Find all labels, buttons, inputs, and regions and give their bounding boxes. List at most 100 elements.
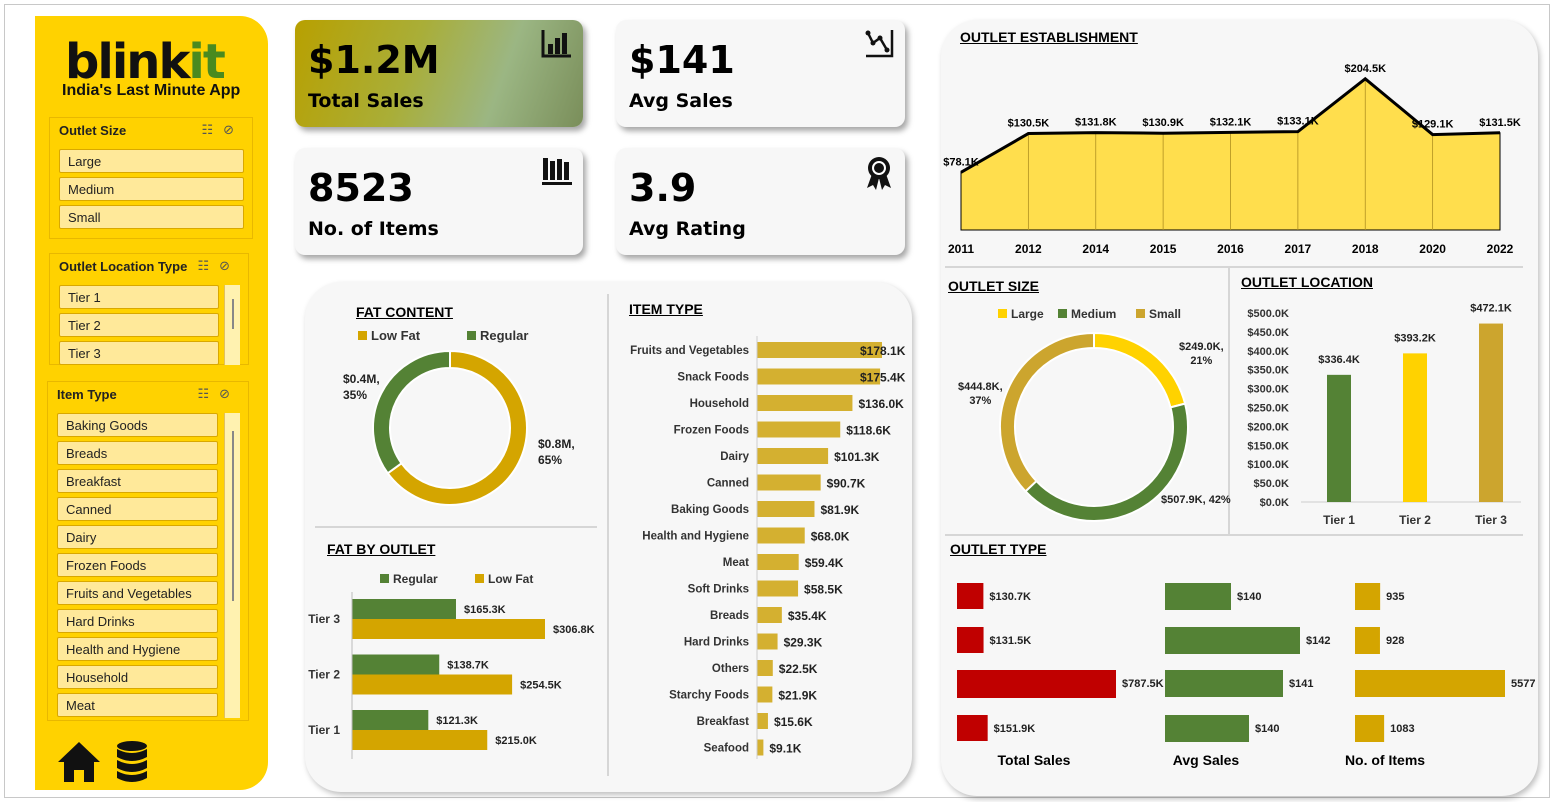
category-label: Soft Drinks [688, 584, 749, 596]
data-label: $130.5K [1008, 118, 1050, 130]
category-label: Breads [710, 610, 749, 622]
slicer-scrollbar[interactable] [224, 413, 240, 718]
x-tick-label: 2016 [1217, 242, 1244, 256]
clear-filter-icon[interactable]: ⊘ [219, 386, 240, 401]
legend-regular: Regular [380, 572, 438, 586]
slicer-item-tier-2[interactable]: Tier 2 [59, 313, 219, 337]
slicer-item[interactable]: Frozen Foods [57, 553, 218, 577]
data-label: $175.4K [860, 371, 906, 385]
legend-low-fat: Low Fat [475, 572, 533, 586]
bar [757, 580, 799, 597]
column-header: Avg Sales [1173, 752, 1240, 768]
x-tick-label: Tier 3 [1475, 513, 1507, 527]
slicer-item[interactable]: Baking Goods [57, 413, 218, 437]
clear-filter-icon[interactable]: ⊘ [219, 258, 240, 273]
slicer-item[interactable]: Health and Hygiene [57, 637, 218, 661]
bar [352, 619, 545, 639]
data-label: $132.1K [1210, 116, 1252, 128]
column-header: Total Sales [998, 752, 1071, 768]
data-label: $58.5K [804, 583, 843, 597]
slicer-item[interactable]: Breakfast [57, 469, 218, 493]
fat-by-outlet-chart: Tier 3 $165.3K $306.8K Tier 2 $138.7K $254.5K… [308, 592, 595, 759]
data-label: $215.0K [495, 735, 537, 747]
slicer-title: Outlet Size [59, 123, 127, 138]
fat-content-donut [372, 349, 528, 506]
data-label: $136.0K [858, 397, 904, 411]
bar [1355, 627, 1380, 654]
data-label: $35.4K [788, 609, 827, 623]
y-tick-label: $300.0K [1247, 384, 1289, 396]
database-icon[interactable] [115, 740, 149, 784]
data-label: $22.5K [779, 662, 818, 676]
x-tick-label: Tier 1 [1323, 513, 1355, 527]
y-tick-label: $50.0K [1254, 478, 1290, 490]
slicer-item[interactable]: Meat [57, 693, 218, 717]
data-label: $78.1K [943, 156, 979, 168]
slicer-item[interactable]: Household [57, 665, 218, 689]
data-label: 935 [1386, 591, 1404, 603]
bar [352, 674, 513, 695]
y-tick-label: $100.0K [1247, 459, 1289, 471]
y-tick-label: $0.0K [1260, 497, 1289, 509]
kpi-label: Total Sales [308, 90, 424, 112]
bar [352, 710, 429, 730]
category-label: Meat [723, 557, 749, 569]
x-tick-label: Tier 2 [1399, 513, 1431, 527]
multi-select-icon[interactable]: ☷ [197, 386, 219, 401]
slicer-item[interactable]: Canned [57, 497, 218, 521]
line-chart-icon [865, 30, 894, 58]
right-panel: OUTLET ESTABLISHMENT $78.1K 2011 $130.5K 20… [941, 20, 1538, 796]
data-label: $59.4K [805, 556, 844, 570]
kpi-total-sales: $1.2M Total Sales [295, 20, 583, 127]
category-label: Frozen Foods [674, 425, 749, 437]
slicer-item-tier-1[interactable]: Tier 1 [59, 285, 219, 309]
bar [757, 739, 764, 756]
category-label: Hard Drinks [684, 637, 749, 649]
home-icon[interactable] [56, 740, 102, 784]
slicer-item-tier-3[interactable]: Tier 3 [59, 341, 219, 365]
slicer-title: Outlet Location Type [59, 259, 188, 274]
slicer-item[interactable]: Fruits and Vegetables [57, 581, 218, 605]
category-label: Tier 1 [308, 723, 340, 737]
bar-chart-icon [541, 30, 571, 58]
multi-select-icon[interactable]: ☷ [201, 122, 223, 137]
data-label: $81.9K [820, 503, 859, 517]
award-ribbon-icon [867, 157, 891, 190]
donut-slice [372, 349, 451, 475]
x-tick-label: 2018 [1352, 242, 1379, 256]
data-label: $0.4M, 35% [343, 372, 380, 402]
data-label: $140 [1255, 723, 1279, 735]
data-label: $101.3K [834, 450, 880, 464]
bar [957, 670, 1116, 698]
slicer-item-large[interactable]: Large [59, 149, 244, 173]
bar [1355, 583, 1381, 610]
legend-small: Small [1136, 307, 1181, 321]
slicer-item-small[interactable]: Small [59, 205, 244, 229]
bar [1479, 323, 1503, 502]
outlet-size-title: OUTLET SIZE [948, 278, 1039, 294]
slicer-item[interactable]: Breads [57, 441, 218, 465]
slicer-scrollbar[interactable] [224, 285, 240, 365]
sidebar: blinkit India's Last Minute App Outlet S… [35, 16, 268, 790]
item-type-slicer: Item Type ☷⊘ Baking Goods Breads Breakfast… [47, 381, 249, 721]
donut-slice [999, 332, 1095, 493]
slicer-item[interactable]: Dairy [57, 525, 218, 549]
bar [757, 527, 805, 544]
kpi-avg-rating: 3.9 Avg Rating [616, 148, 905, 255]
bar [352, 599, 456, 619]
slicer-item-medium[interactable]: Medium [59, 177, 244, 201]
multi-select-icon[interactable]: ☷ [197, 258, 219, 273]
legend-regular: Regular [467, 328, 528, 343]
data-label: $142 [1306, 635, 1330, 647]
x-tick-label: 2017 [1285, 242, 1312, 256]
data-label: $90.7K [827, 477, 866, 491]
data-label: $15.6K [774, 715, 813, 729]
data-label: $336.4K [1318, 354, 1360, 366]
data-label: $129.1K [1412, 119, 1454, 131]
category-label: Fruits and Vegetables [630, 345, 749, 357]
clear-filter-icon[interactable]: ⊘ [223, 122, 244, 137]
category-label: Dairy [720, 451, 749, 463]
bar [957, 583, 984, 609]
slicer-item[interactable]: Hard Drinks [57, 609, 218, 633]
data-label: $118.6K [846, 424, 891, 438]
